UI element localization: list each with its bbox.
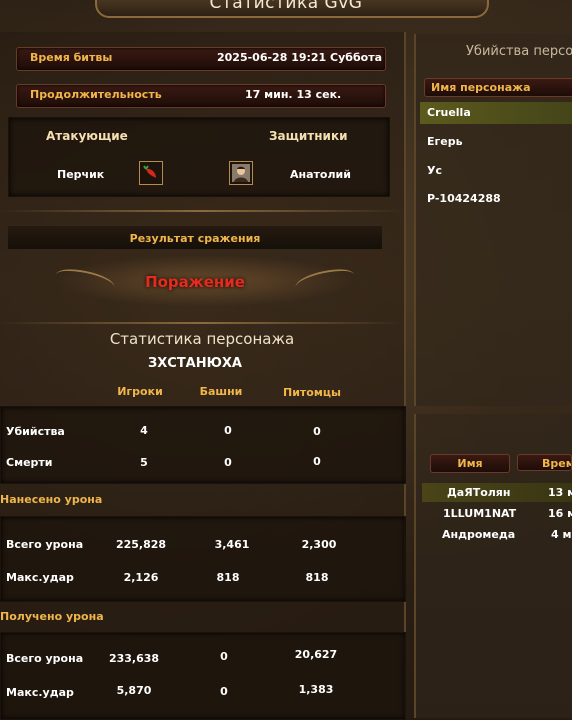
time-list-name[interactable]: Андромеда xyxy=(442,528,515,541)
column-header: Питомцы xyxy=(283,386,341,399)
duration-value: 17 мин. 13 сек. xyxy=(245,88,342,101)
battle-time-field: Время битвы 2025-06-28 19:21 Суббота xyxy=(16,47,386,71)
attackers-label: Атакующие xyxy=(46,129,128,143)
duration-field: Продолжительность 17 мин. 13 сек. xyxy=(16,84,386,108)
defenders-label: Защитники xyxy=(269,129,348,143)
battle-result: Поражение xyxy=(145,273,245,291)
stat-cell: 2,126 xyxy=(123,571,159,584)
row-label: Смерти xyxy=(6,456,53,469)
row-label: Убийства xyxy=(6,425,65,438)
damage-dealt-box xyxy=(0,516,406,602)
kills-column-header[interactable]: Имя персонажа xyxy=(424,78,572,97)
stat-cell: 0 xyxy=(313,425,321,438)
damage-taken-title: Получено урона xyxy=(0,610,104,623)
stat-cell: 0 xyxy=(224,424,232,437)
divider xyxy=(0,322,404,324)
stat-cell: 4 xyxy=(140,424,148,437)
battle-time-label: Время битвы xyxy=(30,51,113,64)
time-list-time: 4 м xyxy=(551,528,572,541)
divider xyxy=(0,210,404,212)
stat-cell: 0 xyxy=(224,456,232,469)
kills-list-item[interactable]: Ус xyxy=(420,160,572,182)
stat-cell: 1,383 xyxy=(298,683,334,696)
kills-list-item[interactable]: Егерь xyxy=(420,131,572,153)
stat-cell: 5 xyxy=(140,456,148,469)
damage-dealt-title: Нанесено урона xyxy=(0,493,103,506)
stat-cell: 5,870 xyxy=(116,684,152,697)
stat-cell: 818 xyxy=(305,571,329,584)
stat-cell: 2,300 xyxy=(301,538,337,551)
kills-list-item[interactable]: Cruella xyxy=(420,102,572,124)
row-label: Всего урона xyxy=(6,652,84,665)
time-list-time: 13 м xyxy=(548,486,572,499)
kills-panel-title: Убийства персо xyxy=(466,44,572,59)
stat-cell: 233,638 xyxy=(108,652,160,665)
attacker-name: Перчик xyxy=(57,168,105,181)
time-list-name[interactable]: 1LLUM1NAT xyxy=(443,507,516,520)
stat-cell: 0 xyxy=(220,685,228,698)
chili-pepper-icon-graphic xyxy=(143,165,156,178)
name-column-header[interactable]: Имя xyxy=(430,454,510,473)
time-column-header[interactable]: Врем xyxy=(517,454,572,471)
stat-cell: 20,627 xyxy=(294,648,338,661)
kills-list-item[interactable]: P-10424288 xyxy=(420,188,572,210)
row-label: Макс.удар xyxy=(6,571,74,584)
time-list-name[interactable]: ДаЯТолян xyxy=(447,486,510,499)
kills-deaths-box xyxy=(0,406,406,484)
portrait-icon-graphic xyxy=(232,164,250,182)
stat-cell: 818 xyxy=(216,571,240,584)
defender-name: Анатолий xyxy=(290,168,351,181)
row-label: Макс.удар xyxy=(6,686,74,699)
duration-label: Продолжительность xyxy=(30,88,162,101)
result-label: Результат сражения xyxy=(129,232,261,245)
time-list-time: 16 м xyxy=(548,507,572,520)
row-label: Всего урона xyxy=(6,538,84,551)
stat-cell: 0 xyxy=(220,650,228,663)
stat-cell: 0 xyxy=(313,455,321,468)
damage-taken-box xyxy=(0,632,406,720)
window-title: Статистика GvG xyxy=(209,0,363,13)
chili-pepper-icon[interactable] xyxy=(139,161,163,185)
character-name: ЗХСТАНЮХА xyxy=(148,356,242,371)
column-header: Башни xyxy=(199,385,243,398)
battle-time-value: 2025-06-28 19:21 Суббота xyxy=(217,51,382,64)
stats-title: Статистика персонажа xyxy=(109,330,295,348)
stat-cell: 3,461 xyxy=(214,538,250,551)
stat-cell: 225,828 xyxy=(115,538,167,551)
column-header: Игроки xyxy=(117,385,163,398)
portrait-icon[interactable] xyxy=(229,161,253,185)
